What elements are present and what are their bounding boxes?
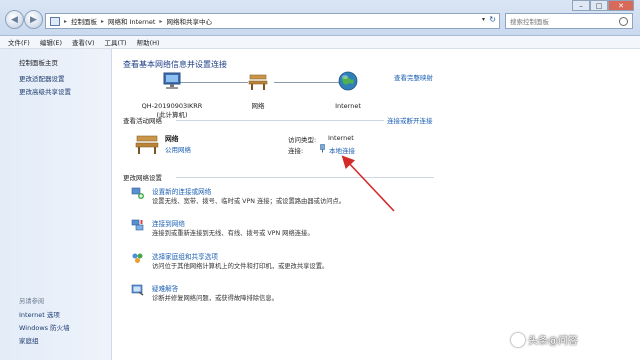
task-title[interactable]: 设置新的连接或网络 <box>152 186 211 196</box>
search-box[interactable]: 搜索控制面板 <box>505 13 633 29</box>
main-content: 查看基本网络信息并设置连接 查看完整映射 QH-20190903IKRR (此计… <box>112 49 640 360</box>
back-arrow-icon: ◀ <box>11 14 18 25</box>
ethernet-connection-icon <box>320 144 325 153</box>
task-connect-network[interactable]: 连接到网络 连接到或重新连接到无线、有线、拨号或 VPN 网络连接。 <box>131 218 411 240</box>
minimize-button[interactable]: – <box>572 0 590 11</box>
address-bar[interactable]: ▸ 控制面板 ▸ 网络和 Internet ▸ 网络和共享中心 ▾ ↻ <box>45 13 500 29</box>
connection-label: 连接: <box>288 147 304 155</box>
task-homegroup-sharing[interactable]: 选择家庭组和共享选项 访问位于其他网络计算机上的文件和打印机，或更改共享设置。 <box>131 251 411 273</box>
task-description: 访问位于其他网络计算机上的文件和打印机，或更改共享设置。 <box>152 263 329 270</box>
maximize-button[interactable]: □ <box>590 0 608 11</box>
search-placeholder: 搜索控制面板 <box>510 18 549 26</box>
active-network-name: 网络 <box>165 135 179 143</box>
chevron-down-icon[interactable]: ▾ <box>482 16 485 23</box>
access-type-value: Internet <box>328 134 354 142</box>
chevron-right-icon: ▸ <box>101 17 105 25</box>
chevron-right-icon: ▸ <box>64 17 68 25</box>
troubleshoot-icon <box>131 284 144 296</box>
bench-network-icon <box>135 135 159 154</box>
task-troubleshoot[interactable]: 疑难解答 诊断并修复网络问题，或获得故障排除信息。 <box>131 283 411 305</box>
forward-button[interactable]: ▶ <box>24 10 43 29</box>
menu-bar: 文件(F) 编辑(E) 查看(V) 工具(T) 帮助(H) <box>0 36 640 49</box>
menu-view[interactable]: 查看(V) <box>72 37 95 47</box>
menu-tools[interactable]: 工具(T) <box>105 37 127 47</box>
network-node-label: 网络 <box>251 102 265 110</box>
watermark: 头条@问答 <box>511 332 578 347</box>
map-computer-node[interactable]: QH-20190903IKRR (此计算机) <box>138 70 206 120</box>
menu-edit[interactable]: 编辑(E) <box>40 37 62 47</box>
task-title[interactable]: 连接到网络 <box>152 218 185 228</box>
search-icon[interactable] <box>619 16 628 26</box>
access-type-label: 访问类型: <box>288 136 317 144</box>
task-title[interactable]: 疑难解答 <box>152 283 178 293</box>
watermark-logo-icon <box>511 332 525 347</box>
computer-icon <box>163 72 181 89</box>
breadcrumb-network-sharing-center[interactable]: 网络和共享中心 <box>166 16 212 26</box>
see-also-heading: 另请参阅 <box>19 298 45 305</box>
network-type-link[interactable]: 公用网络 <box>165 144 191 154</box>
bench-network-icon <box>248 74 268 90</box>
internet-node-label: Internet <box>335 102 361 110</box>
task-description: 诊断并修复网络问题，或获得故障排除信息。 <box>152 295 278 302</box>
watermark-text: 头条@问答 <box>528 336 578 347</box>
task-description: 设置无线、宽带、拨号、临时或 VPN 连接；或设置路由器或访问点。 <box>152 198 346 205</box>
task-setup-connection[interactable]: 设置新的连接或网络 设置无线、宽带、拨号、临时或 VPN 连接；或设置路由器或访… <box>131 186 411 208</box>
forward-arrow-icon: ▶ <box>30 14 37 25</box>
chevron-right-icon: ▸ <box>159 17 163 25</box>
see-also-homegroup[interactable]: 家庭组 <box>19 335 39 345</box>
local-connection-link[interactable]: 本地连接 <box>329 145 355 155</box>
task-description: 连接到或重新连接到无线、有线、拨号或 VPN 网络连接。 <box>152 230 314 237</box>
view-full-map-link[interactable]: 查看完整映射 <box>394 72 433 82</box>
see-also-windows-firewall[interactable]: Windows 防火墙 <box>19 322 70 332</box>
map-network-node[interactable]: 网络 <box>240 70 276 111</box>
divider <box>176 120 384 121</box>
see-also-internet-options[interactable]: Internet 选项 <box>19 309 60 319</box>
computer-name: QH-20190903IKRR <box>141 102 203 110</box>
globe-icon <box>338 71 358 91</box>
new-connection-icon <box>131 187 144 199</box>
breadcrumb-network-internet[interactable]: 网络和 Internet <box>108 16 155 26</box>
sidebar-item-adapter-settings[interactable]: 更改适配器设置 <box>19 73 65 83</box>
sidebar-item-advanced-sharing[interactable]: 更改高级共享设置 <box>19 86 71 96</box>
connect-disconnect-link[interactable]: 连接或断开连接 <box>387 115 433 125</box>
back-button[interactable]: ◀ <box>5 10 24 29</box>
breadcrumb-control-panel[interactable]: 控制面板 <box>71 16 97 26</box>
refresh-icon[interactable]: ↻ <box>489 15 496 24</box>
change-settings-heading: 更改网络设置 <box>123 174 162 182</box>
control-panel-icon <box>50 16 60 26</box>
page-title: 查看基本网络信息并设置连接 <box>123 60 227 69</box>
window-controls: – □ ✕ <box>572 0 634 11</box>
menu-help[interactable]: 帮助(H) <box>137 37 160 47</box>
navigation-bar: ◀ ▶ ▸ 控制面板 ▸ 网络和 Internet ▸ 网络和共享中心 ▾ ↻ … <box>0 0 640 36</box>
sidebar: 控制面板主页 更改适配器设置 更改高级共享设置 另请参阅 Internet 选项… <box>0 49 112 360</box>
map-internet-node[interactable]: Internet <box>330 70 366 111</box>
sidebar-home-link[interactable]: 控制面板主页 <box>19 57 58 67</box>
connect-network-icon <box>131 219 144 231</box>
divider <box>176 177 434 178</box>
close-button[interactable]: ✕ <box>608 0 634 11</box>
task-title[interactable]: 选择家庭组和共享选项 <box>152 251 218 261</box>
homegroup-icon <box>132 253 143 263</box>
menu-file[interactable]: 文件(F) <box>8 37 30 47</box>
active-networks-heading: 查看活动网络 <box>123 117 162 125</box>
